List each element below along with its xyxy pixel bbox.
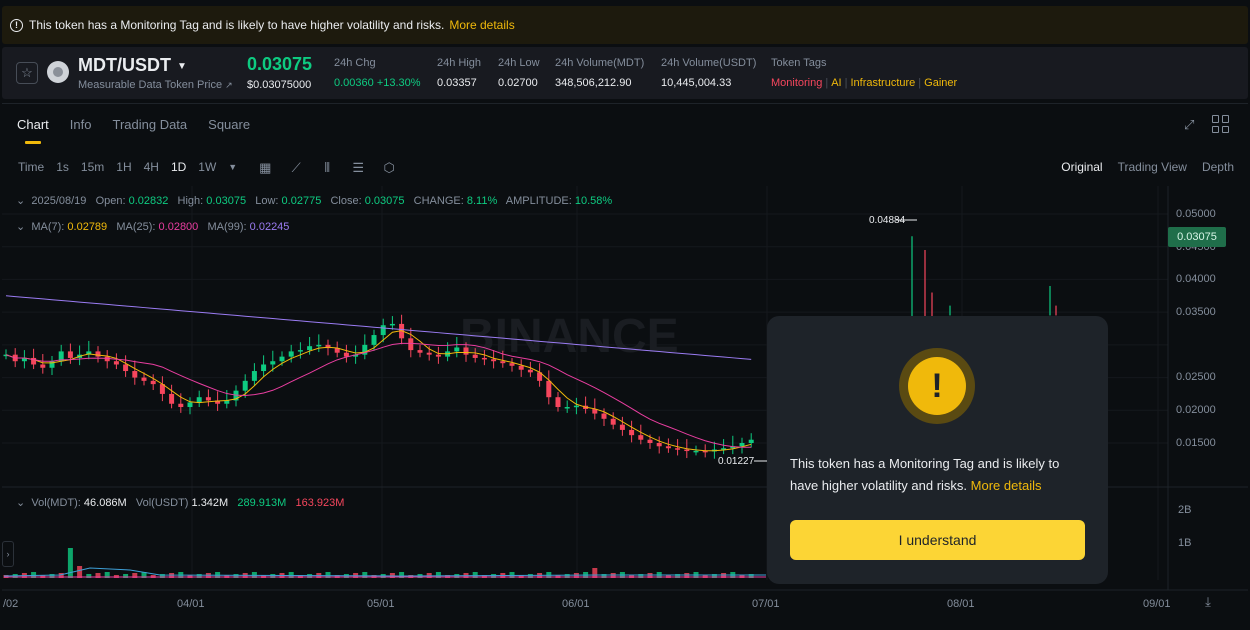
candle-body (113, 361, 119, 365)
candle-body (675, 448, 681, 450)
candle-body (684, 449, 690, 452)
y-tick: 0.02500 (1176, 371, 1216, 383)
y-tick: 0.01500 (1176, 437, 1216, 449)
i-understand-button[interactable]: I understand (790, 520, 1085, 560)
candle-body (279, 356, 285, 362)
candle-body (123, 364, 129, 372)
expand-panel-handle-icon[interactable]: › (2, 541, 14, 567)
vol-tick: 2B (1178, 504, 1192, 516)
candle-body (500, 361, 506, 364)
x-tick: 04/01 (177, 598, 205, 610)
candle-body (629, 429, 635, 436)
candle-body (417, 350, 423, 353)
candle-body (196, 397, 202, 403)
volume-line: ⌄ Vol(MDT): 46.086M Vol(USDT) 1.342M 289… (16, 497, 345, 509)
ohlc-line: ⌄ 2025/08/19 Open: 0.02832 High: 0.03075… (16, 195, 613, 207)
y-tick: 0.05000 (1176, 208, 1216, 220)
candle-body (426, 352, 432, 355)
candle-body (638, 435, 644, 440)
candle-body (343, 352, 349, 357)
candle-body (242, 380, 248, 391)
candle-body (316, 344, 322, 347)
exclamation-icon: ! (908, 357, 966, 415)
candle-body (509, 363, 515, 366)
candle-body (150, 380, 156, 385)
current-price-tag: 0.03075 (1168, 227, 1226, 247)
candle-body (601, 413, 607, 419)
volume-bar (67, 548, 73, 578)
modal-message: This token has a Monitoring Tag and is l… (790, 456, 1060, 493)
candle-body (178, 403, 184, 408)
x-tick: 09/01 (1143, 598, 1171, 610)
candle-body (132, 371, 138, 378)
x-tick: 08/01 (947, 598, 975, 610)
candle-body (251, 371, 257, 381)
candle-body (270, 361, 276, 365)
candle-body (169, 393, 175, 404)
candle-body (481, 357, 487, 360)
vol-caret-icon[interactable]: ⌄ (16, 497, 25, 509)
candle-body (564, 407, 570, 409)
modal-more-details-link[interactable]: More details (971, 478, 1042, 493)
candle-body (619, 424, 625, 430)
candle-body (454, 347, 460, 352)
high-marker-label: 0.04884 (869, 215, 906, 226)
candle-body (665, 446, 671, 449)
candle-body (527, 369, 533, 373)
candle-body (187, 402, 193, 408)
y-tick: 0.03500 (1176, 306, 1216, 318)
x-tick: 07/01 (752, 598, 780, 610)
candle-body (95, 351, 101, 357)
candle-body (307, 346, 313, 351)
candle-body (518, 365, 524, 370)
candle-body (67, 351, 73, 358)
candle-body (408, 338, 414, 351)
candle-body (656, 443, 662, 447)
candle-body (546, 380, 552, 398)
x-tick: 06/01 (562, 598, 590, 610)
volume-bars (3, 548, 766, 578)
candle-body (491, 359, 497, 362)
candle-body (141, 377, 147, 381)
candle-body (647, 439, 653, 443)
ma-line: ⌄ MA(7): 0.02789 MA(25): 0.02800 MA(99):… (16, 221, 290, 233)
x-tick: /02 (3, 598, 19, 610)
collapse-caret-icon[interactable]: ⌄ (16, 195, 25, 207)
y-tick: 0.02000 (1176, 404, 1216, 416)
candle-body (435, 354, 441, 357)
candle-body (389, 323, 395, 326)
candle-body (472, 354, 478, 358)
candle-body (573, 405, 579, 408)
watermark: BINANCE (460, 310, 679, 363)
low-marker-label: 0.01227 (718, 456, 755, 467)
candle-body (555, 397, 561, 408)
candle-body (748, 439, 754, 443)
warning-icon-ring: ! (899, 348, 975, 424)
x-tick: 05/01 (367, 598, 395, 610)
candle-body (463, 347, 469, 355)
candle-body (297, 350, 303, 352)
vol-tick: 1B (1178, 537, 1192, 549)
candle-body (693, 450, 699, 453)
risk-warning-modal: ! This token has a Monitoring Tag and is… (767, 316, 1108, 584)
candle-body (380, 325, 386, 336)
candle-body (261, 364, 267, 372)
candle-body (371, 335, 377, 345)
candle-body (610, 418, 616, 425)
candle-body (288, 351, 294, 357)
volume-bar (77, 566, 83, 578)
scroll-to-latest-icon[interactable]: ⤓ (1200, 594, 1216, 610)
ma-caret-icon[interactable]: ⌄ (16, 221, 25, 233)
candle-body (40, 364, 46, 368)
y-tick: 0.04000 (1176, 273, 1216, 285)
candle-body (205, 397, 211, 401)
